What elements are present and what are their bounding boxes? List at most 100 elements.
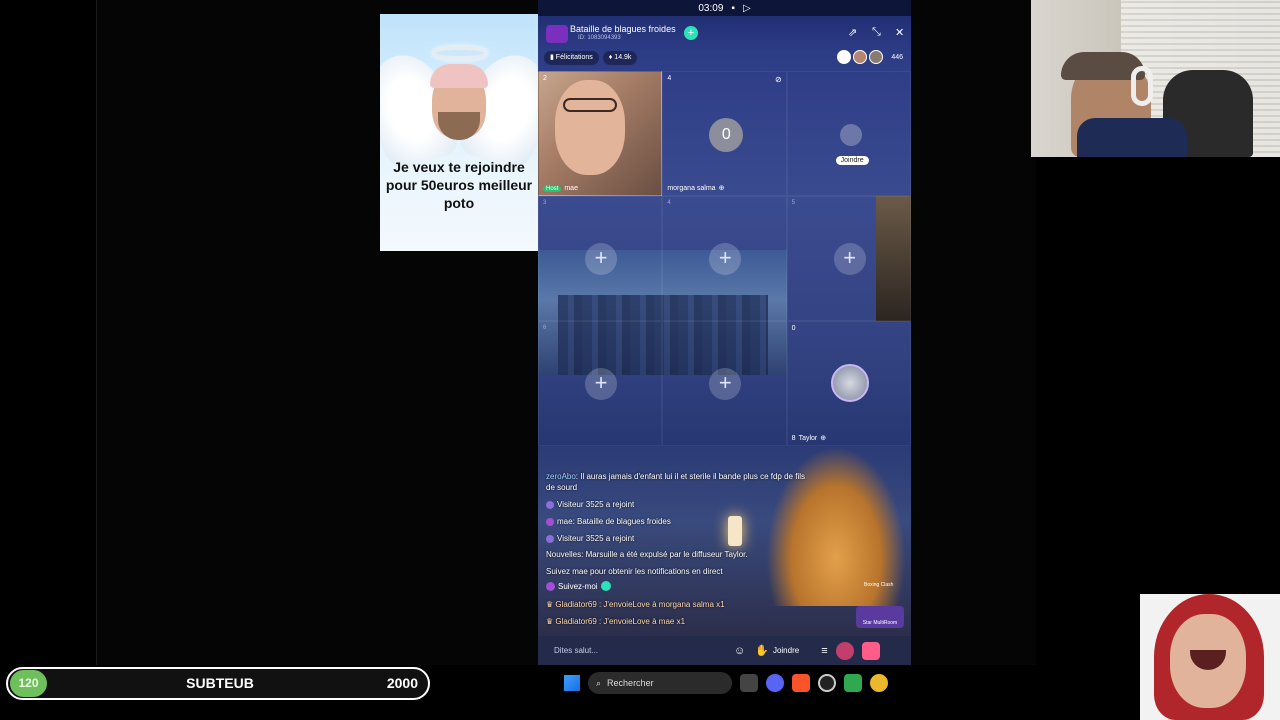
seat-name-row: Host mae: [543, 185, 578, 192]
seat-number: 3: [543, 200, 547, 206]
seat-name-row: 8 Taylor ⊕: [791, 434, 827, 443]
status-bar: 03:09 ▪ ▷: [538, 0, 911, 16]
brave-icon[interactable]: [792, 674, 810, 692]
multiroom-badge[interactable]: Star MultiRoom: [856, 606, 904, 628]
status-time: 03:09: [698, 2, 724, 14]
chat-text: Suivez mae pour obtenir les notification…: [546, 567, 723, 576]
viewer-avatar: [853, 50, 868, 64]
seat-name: mae: [564, 185, 578, 192]
donor-name: SUBTEUB: [186, 675, 254, 691]
follow-room-button[interactable]: +: [684, 26, 698, 40]
viewer-avatar: [869, 50, 884, 64]
seat-7[interactable]: +: [662, 321, 787, 446]
seat-5[interactable]: 5 +: [786, 196, 911, 321]
windows-taskbar: ⌕ Rechercher: [540, 670, 1140, 696]
add-icon: ⊕: [820, 435, 827, 442]
seat-number: 8: [791, 434, 796, 442]
angel-sticker: Je veux te rejoindre pour 50euros meille…: [380, 14, 538, 251]
crown-icon: ♛: [546, 600, 556, 609]
room-avatar[interactable]: [546, 25, 568, 43]
seat-join[interactable]: Joindre: [786, 71, 911, 196]
chat-message: ♛ Gladiator69 : J'envoieLove à morgana s…: [546, 600, 725, 609]
seat-taylor[interactable]: 0 8 Taylor ⊕: [786, 321, 911, 446]
chat-text: Visiteur 3525 a rejoint: [557, 500, 635, 509]
mic-icon: [839, 124, 862, 146]
chat-message: Visiteur 3525 a rejoint: [546, 500, 634, 509]
follow-button[interactable]: Suivez-moi: [558, 582, 598, 591]
streamer-shirt: [1077, 118, 1187, 157]
add-seat-icon[interactable]: +: [585, 368, 617, 400]
minimize-icon[interactable]: ⤡: [872, 26, 881, 39]
search-icon: ⌕: [596, 677, 602, 688]
congrats-pill[interactable]: ▮ Félicitations: [544, 51, 599, 65]
crown-icon: ♛: [546, 617, 556, 626]
user-icon: [546, 581, 555, 591]
chat-user: zeroAbo: [546, 472, 576, 481]
add-seat-icon[interactable]: +: [709, 368, 742, 400]
mute-icon: ⊘: [774, 75, 782, 84]
chat-text: Gladiator69 : J'envoieLove à mae x1: [555, 617, 686, 626]
seat-host[interactable]: 2 Host mae: [538, 71, 663, 196]
discord-icon[interactable]: [766, 674, 784, 692]
seat-3[interactable]: 3 +: [538, 196, 663, 321]
user-icon: [546, 517, 554, 526]
chat-text: de sourd: [546, 483, 578, 492]
seat-number: 4: [667, 200, 671, 206]
seat-6[interactable]: 6 +: [538, 321, 663, 446]
add-seat-icon[interactable]: +: [833, 243, 866, 275]
task-view-icon[interactable]: [740, 674, 758, 692]
add-seat-icon[interactable]: +: [585, 243, 617, 275]
seat-coins: 0: [791, 325, 796, 332]
chat-text: : Il auras jamais d'enfant lui il et ste…: [575, 472, 805, 481]
host-glasses: [563, 98, 617, 112]
likes-pill[interactable]: ♦ 14.9k: [602, 51, 638, 65]
hand-icon[interactable]: ✋: [755, 644, 769, 657]
seat-number: 5: [791, 200, 795, 206]
bottom-bar: Dites salut... ☺ ✋ Joindre ≡: [538, 636, 911, 665]
chat-message: de sourd: [546, 483, 577, 492]
app-green-icon[interactable]: [844, 674, 862, 692]
sticker-caption: Je veux te rejoindre pour 50euros meille…: [385, 159, 533, 211]
join-seat-button[interactable]: Joindre: [835, 156, 869, 165]
follow-plus-icon[interactable]: [600, 581, 611, 591]
seat-avatar-letter: 0: [709, 118, 744, 152]
seat-coins: 2: [543, 75, 547, 82]
seat-avatar: [830, 364, 869, 402]
seat-morgana[interactable]: 4 ⊘ 0 morgana salma ⊕: [662, 71, 787, 196]
candle-background: [728, 516, 742, 546]
headset-icon: [1131, 66, 1153, 106]
join-button[interactable]: Joindre: [773, 646, 799, 655]
close-icon[interactable]: ✕: [895, 26, 904, 39]
chat-text: Gladiator69 : J'envoieLove à morgana sal…: [555, 600, 725, 609]
windows-start-icon[interactable]: [564, 675, 580, 691]
screen: Je veux te rejoindre pour 50euros meille…: [0, 0, 1280, 720]
chat-input[interactable]: Dites salut...: [554, 646, 724, 655]
menu-icon[interactable]: ≡: [821, 645, 827, 657]
halo-icon: [432, 46, 488, 60]
seat-number: 6: [543, 325, 547, 331]
gift-icon[interactable]: [861, 641, 880, 660]
taskbar-search[interactable]: ⌕ Rechercher: [588, 672, 732, 694]
share-icon[interactable]: ⇗: [848, 26, 857, 39]
add-seat-icon[interactable]: +: [709, 243, 742, 275]
seat-name: morgana salma: [667, 184, 716, 192]
game-icon[interactable]: [835, 641, 854, 660]
boxing-clash-badge[interactable]: Boxing Clash: [864, 582, 893, 588]
app-yellow-icon[interactable]: [870, 674, 888, 692]
live-room-app: 03:09 ▪ ▷ Bataille de blagues froides ID…: [538, 0, 911, 665]
chat-message: Nouvelles: Marsuille a été expulsé par l…: [546, 550, 748, 559]
user-icon: [546, 500, 554, 509]
donation-value: 2000: [386, 675, 418, 691]
obs-icon[interactable]: [818, 674, 836, 692]
emoji-icon[interactable]: ☺: [734, 645, 745, 657]
seat-coins: 4: [667, 75, 672, 82]
chat-text: Visiteur 3525 a rejoint: [557, 534, 635, 543]
seat-4[interactable]: 4 +: [662, 196, 787, 321]
room-stats: ▮ Félicitations ♦ 14.9k: [544, 51, 638, 65]
follow-row: Suivez-moi: [546, 581, 611, 591]
viewer-count: 446: [891, 53, 903, 61]
room-title: Bataille de blagues froides: [570, 24, 676, 34]
seat-name: Taylor: [798, 434, 818, 442]
viewer-avatars[interactable]: 446: [837, 50, 903, 64]
chat-text: mae: Bataille de blagues froides: [557, 517, 671, 526]
